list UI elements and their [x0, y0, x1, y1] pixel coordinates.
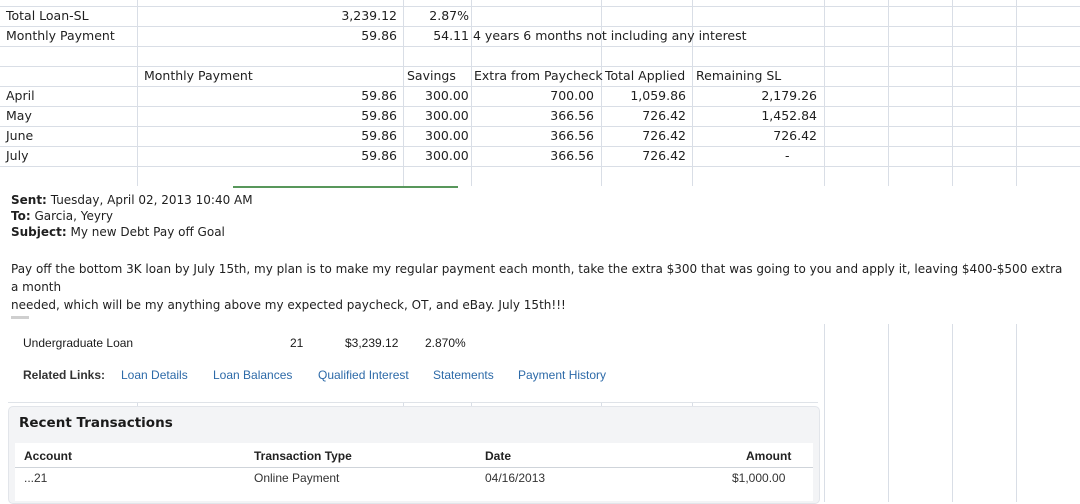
row-payment[interactable]: 59.86 — [300, 146, 397, 166]
row-savings[interactable]: 300.00 — [425, 146, 469, 166]
email-subject: Subject: My new Debt Pay off Goal — [11, 225, 225, 239]
related-links-label: Related Links: — [23, 368, 106, 382]
row-total[interactable]: 1,059.86 — [600, 86, 686, 106]
email-body: Pay off the bottom 3K loan by July 15th,… — [11, 260, 1071, 314]
row-extra[interactable]: 366.56 — [500, 126, 594, 146]
loan-rate: 2.870% — [425, 336, 466, 350]
divider — [11, 316, 29, 319]
email-body-line: Pay off the bottom 3K loan by July 15th,… — [11, 262, 1063, 294]
transaction-date: 04/16/2013 — [485, 471, 546, 485]
link-loan-details[interactable]: Loan Details — [121, 368, 188, 382]
column-header-date: Date — [485, 449, 512, 463]
row-payment[interactable]: 59.86 — [300, 86, 397, 106]
row-month[interactable]: April — [6, 86, 35, 106]
column-header-transaction-type: Transaction Type — [254, 449, 352, 463]
header-total-applied[interactable]: Total Applied — [605, 66, 685, 86]
summary-label-monthly-payment[interactable]: Monthly Payment — [6, 26, 115, 46]
header-monthly-payment[interactable]: Monthly Payment — [144, 66, 253, 86]
row-month[interactable]: June — [6, 126, 33, 146]
transaction-type: Online Payment — [254, 471, 340, 485]
row-total[interactable]: 726.42 — [600, 106, 686, 126]
recent-transactions-title: Recent Transactions — [19, 415, 173, 431]
loan-balance: $3,239.12 — [345, 336, 399, 350]
row-month[interactable]: July — [6, 146, 28, 166]
email-to: To: Garcia, Yeyry — [11, 209, 113, 223]
transaction-account: ...21 — [24, 471, 48, 485]
row-total[interactable]: 726.42 — [600, 146, 686, 166]
link-statements[interactable]: Statements — [433, 368, 494, 382]
row-savings[interactable]: 300.00 — [425, 106, 469, 126]
summary-amount-monthly-payment[interactable]: 59.86 — [300, 26, 397, 46]
row-remaining[interactable]: 1,452.84 — [700, 106, 817, 126]
header-savings[interactable]: Savings — [407, 66, 456, 86]
row-remaining[interactable]: 2,179.26 — [700, 86, 817, 106]
row-savings[interactable]: 300.00 — [425, 126, 469, 146]
email-excerpt: Sent: Tuesday, April 02, 2013 10:40 AM T… — [0, 186, 1080, 324]
divider — [15, 467, 813, 468]
row-remaining[interactable]: 726.42 — [700, 126, 817, 146]
link-loan-balances[interactable]: Loan Balances — [213, 368, 292, 382]
header-extra-from-paycheck[interactable]: Extra from Paycheck — [474, 66, 603, 86]
email-sent: Sent: Tuesday, April 02, 2013 10:40 AM — [11, 193, 253, 207]
row-savings[interactable]: 300.00 — [425, 86, 469, 106]
summary-rate-monthly-payment[interactable]: 54.11 — [405, 26, 469, 46]
row-payment[interactable]: 59.86 — [300, 126, 397, 146]
row-total[interactable]: 726.42 — [600, 126, 686, 146]
summary-note[interactable]: 4 years 6 months not including any inter… — [473, 26, 747, 46]
row-remaining[interactable]: - — [785, 146, 790, 166]
column-header-account: Account — [24, 449, 72, 463]
row-month[interactable]: May — [6, 106, 32, 126]
email-body-line: needed, which will be my anything above … — [11, 298, 566, 312]
loan-row: Undergraduate Loan 21 $3,239.12 2.870% R… — [8, 324, 818, 403]
loan-number: 21 — [290, 336, 304, 350]
header-remaining-sl[interactable]: Remaining SL — [696, 66, 781, 86]
row-extra[interactable]: 366.56 — [500, 106, 594, 126]
row-extra[interactable]: 700.00 — [500, 86, 594, 106]
transaction-amount: $1,000.00 — [732, 471, 786, 485]
divider — [233, 186, 458, 188]
link-qualified-interest[interactable]: Qualified Interest — [318, 368, 409, 382]
loan-account-panel: Undergraduate Loan 21 $3,239.12 2.870% R… — [8, 324, 820, 504]
transactions-table: Account Transaction Type Date Amount ...… — [15, 443, 813, 501]
row-payment[interactable]: 59.86 — [300, 106, 397, 126]
summary-label-total-loan[interactable]: Total Loan-SL — [6, 6, 89, 26]
recent-transactions-panel: Recent Transactions Account Transaction … — [8, 406, 820, 504]
row-extra[interactable]: 366.56 — [500, 146, 594, 166]
summary-rate-total-loan[interactable]: 2.87% — [405, 6, 469, 26]
loan-name: Undergraduate Loan — [23, 336, 134, 350]
link-payment-history[interactable]: Payment History — [518, 368, 606, 382]
column-header-amount: Amount — [746, 449, 792, 463]
summary-amount-total-loan[interactable]: 3,239.12 — [300, 6, 397, 26]
